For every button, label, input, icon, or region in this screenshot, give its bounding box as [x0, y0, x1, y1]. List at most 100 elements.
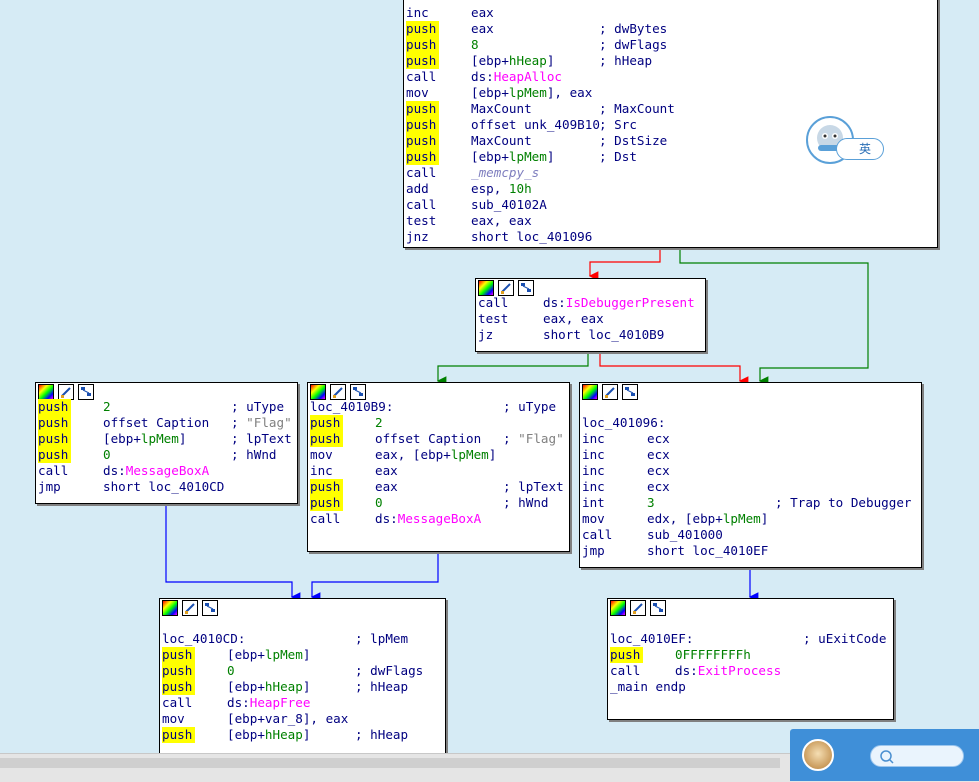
asm-line[interactable]: mov [ebp+lpMem], eax	[404, 85, 937, 101]
asm-line[interactable]: inc ecx	[580, 463, 921, 479]
asm-line[interactable]: loc_4010B9: ; uType	[308, 399, 569, 415]
asm-line[interactable]: test eax, eax	[404, 213, 937, 229]
asm-line[interactable]: loc_4010CD: ; lpMem	[160, 631, 445, 647]
node-header	[608, 599, 893, 616]
operand: MaxCount	[471, 101, 532, 116]
asm-line[interactable]: push 8 ; dwFlags	[404, 37, 937, 53]
asm-line[interactable]: call ds:HeapAlloc	[404, 69, 937, 85]
color-palette-icon[interactable]	[310, 384, 326, 400]
asm-line[interactable]: push eax ; dwBytes	[404, 21, 937, 37]
asm-line[interactable]: call ds:ExitProcess	[608, 663, 893, 679]
operand: ds:HeapAlloc	[471, 69, 562, 84]
mnemonic: jnz	[406, 229, 429, 244]
comment: ; lpText	[503, 479, 564, 494]
color-palette-icon[interactable]	[478, 280, 494, 296]
asm-line[interactable]: push [ebp+hHeap] ; hHeap	[160, 727, 445, 743]
operand: ecx	[647, 447, 670, 462]
asm-line[interactable]: push [ebp+hHeap] ; hHeap	[160, 679, 445, 695]
comment: ; dwFlags	[599, 37, 668, 52]
mnemonic: loc_4010CD:	[162, 631, 246, 646]
asm-line[interactable]: push 0 ; hWnd	[36, 447, 297, 463]
edit-pencil-icon[interactable]	[602, 384, 618, 400]
asm-line[interactable]: push 0 ; hWnd	[308, 495, 569, 511]
horizontal-scrollbar[interactable]	[0, 758, 780, 768]
node-loc-401096[interactable]: loc_401096: inc ecx inc ecx inc ecx inc ecx int 3;…	[579, 382, 922, 568]
graph-overview-icon[interactable]	[650, 600, 666, 616]
asm-line[interactable]: push 0 ; dwFlags	[160, 663, 445, 679]
asm-line[interactable]: mov edx, [ebp+lpMem]	[580, 511, 921, 527]
asm-line[interactable]	[160, 615, 445, 631]
node-loc-4010B9[interactable]: loc_4010B9: ; uType push 2 push offset Captio…	[307, 382, 570, 552]
asm-line[interactable]: test eax, eax	[476, 311, 705, 327]
edit-pencil-icon[interactable]	[182, 600, 198, 616]
asm-line[interactable]: call _memcpy_s	[404, 165, 937, 181]
edge-jnz-false	[588, 248, 661, 281]
operand: sub_401000	[647, 527, 723, 542]
asm-line[interactable]: call ds:MessageBoxA	[36, 463, 297, 479]
asm-line[interactable]: jmp short loc_4010EF	[580, 543, 921, 559]
asm-line[interactable]: jnz short loc_401096	[404, 229, 937, 245]
mnemonic: call	[406, 197, 437, 212]
asm-line[interactable]: push 2	[308, 415, 569, 431]
mnemonic: push	[310, 415, 344, 431]
asm-line[interactable]: int 3 ; Trap to Debugger	[580, 495, 921, 511]
graph-overview-icon[interactable]	[78, 384, 94, 400]
avatar[interactable]	[802, 739, 834, 771]
asm-line[interactable]: push offset Caption ; "Flag"	[36, 415, 297, 431]
asm-line[interactable]: push offset Caption ; "Flag"	[308, 431, 569, 447]
mnemonic: call	[478, 295, 509, 310]
edit-pencil-icon[interactable]	[330, 384, 346, 400]
asm-line[interactable]: inc ecx	[580, 447, 921, 463]
graph-overview-icon[interactable]	[518, 280, 534, 296]
mnemonic: call	[406, 165, 437, 180]
asm-line[interactable]: inc ecx	[580, 479, 921, 495]
edit-pencil-icon[interactable]	[58, 384, 74, 400]
asm-line[interactable]	[608, 615, 893, 631]
search-input[interactable]	[870, 745, 964, 767]
graph-overview-icon[interactable]	[350, 384, 366, 400]
asm-line[interactable]: jz short loc_4010B9	[476, 327, 705, 343]
asm-line[interactable]: call ds:MessageBoxA	[308, 511, 569, 527]
asm-line[interactable]: add esp, 10h	[404, 181, 937, 197]
asm-line[interactable]: _main endp	[608, 679, 893, 695]
asm-line[interactable]: inc eax	[308, 463, 569, 479]
asm-line[interactable]: mov eax, [ebp+lpMem]	[308, 447, 569, 463]
asm-line[interactable]: call sub_401000	[580, 527, 921, 543]
color-palette-icon[interactable]	[38, 384, 54, 400]
color-palette-icon[interactable]	[162, 600, 178, 616]
asm-line[interactable]: mov [ebp+var_8], eax	[160, 711, 445, 727]
asm-line[interactable]: push [ebp+lpMem] ; lpText	[36, 431, 297, 447]
asm-line[interactable]: push 2 ; uType	[36, 399, 297, 415]
asm-line[interactable]: inc eax	[404, 5, 937, 21]
node-loc-4010CD[interactable]: loc_4010CD: ; lpMem push [ebp+lpMem] push 0 ; …	[159, 598, 446, 758]
graph-overview-icon[interactable]	[622, 384, 638, 400]
asm-line[interactable]: jmp short loc_4010CD	[36, 479, 297, 495]
asm-line[interactable]: push eax ; lpText	[308, 479, 569, 495]
node-msgbox-left[interactable]: push 2; uType push offset Caption; "Flag" pu…	[35, 382, 298, 504]
asm-line[interactable]: loc_4010EF: ; uExitCode	[608, 631, 893, 647]
asm-line[interactable]: call sub_40102A	[404, 197, 937, 213]
asm-line[interactable]: inc ecx	[580, 431, 921, 447]
asm-line[interactable]: loc_401096:	[580, 415, 921, 431]
asm-line[interactable]: call ds:IsDebuggerPresent	[476, 295, 705, 311]
operand: esp, 10h	[471, 181, 532, 196]
operand: ds:IsDebuggerPresent	[543, 295, 695, 310]
color-palette-icon[interactable]	[610, 600, 626, 616]
node-debugger-check[interactable]: call ds:IsDebuggerPresent test eax, eax jz sh…	[475, 278, 706, 352]
asm-line[interactable]: push MaxCount ; MaxCount	[404, 101, 937, 117]
asm-line[interactable]: push [ebp+lpMem]	[160, 647, 445, 663]
color-palette-icon[interactable]	[582, 384, 598, 400]
asm-line[interactable]	[580, 399, 921, 415]
operand: short loc_4010CD	[103, 479, 225, 494]
node-loc-4010EF[interactable]: loc_4010EF:; uExitCode push 0FFFFFFFFh call…	[607, 598, 894, 720]
asm-line[interactable]: push [ebp+hHeap] ; hHeap	[404, 53, 937, 69]
graph-overview-icon[interactable]	[202, 600, 218, 616]
graph-view[interactable]: inc eax push eax; dwBytes push 8; dwFlags push…	[0, 0, 979, 781]
chat-panel	[790, 729, 979, 781]
edit-pencil-icon[interactable]	[498, 280, 514, 296]
ime-indicator[interactable]: 英	[806, 116, 884, 164]
asm-line[interactable]: call ds:HeapFree	[160, 695, 445, 711]
mnemonic: push	[310, 431, 344, 447]
asm-line[interactable]: push 0FFFFFFFFh	[608, 647, 893, 663]
edit-pencil-icon[interactable]	[630, 600, 646, 616]
